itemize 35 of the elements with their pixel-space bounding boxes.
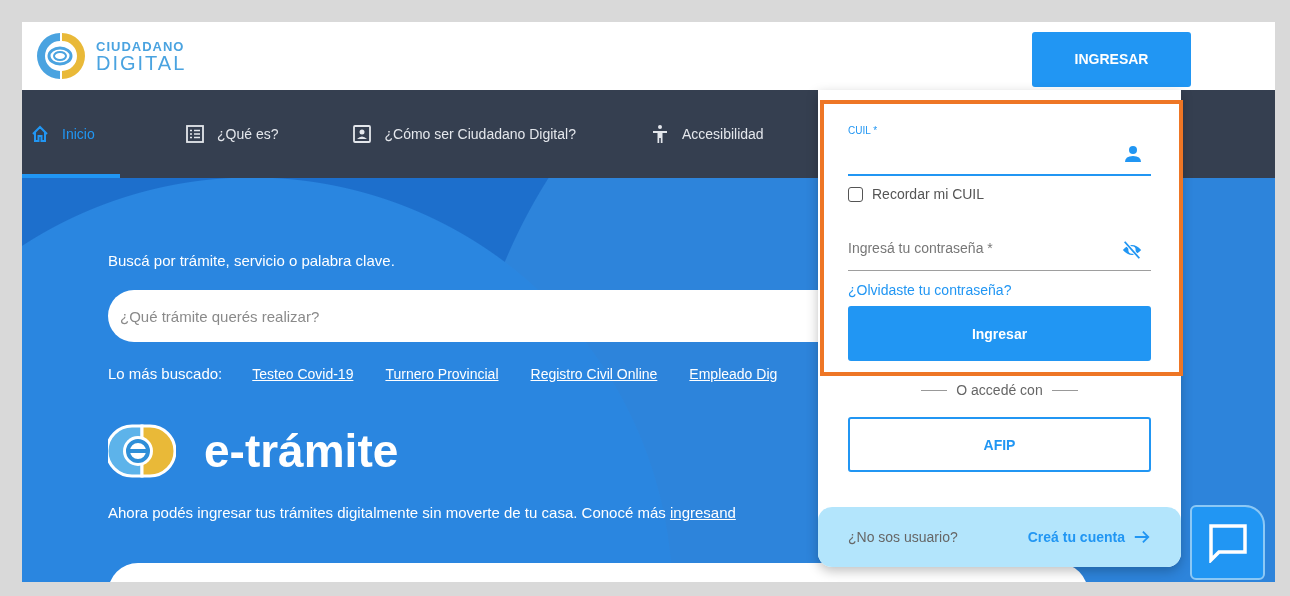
popular-link[interactable]: Turnero Provincial <box>385 365 499 382</box>
login-button[interactable]: INGRESAR <box>1032 31 1191 87</box>
nav-tab[interactable]: ¿Qué es? <box>177 94 287 178</box>
popular-label: Lo más buscado: <box>108 365 223 382</box>
search-field[interactable]: ¿Qué trámite querés realizar? <box>108 290 818 342</box>
description-link[interactable]: ingresand <box>669 504 736 521</box>
signup-link[interactable]: Creá tu cuenta <box>1027 528 1151 546</box>
popular-link[interactable]: Registro Civil Online <box>530 365 658 382</box>
e-tramite-logo-icon <box>108 424 176 478</box>
description-text: Ahora podés ingresar tus trámites digitalmente sin moverte de tu casa. Conocé más ingresand <box>108 504 737 521</box>
nav-tab[interactable]: ¿Cómo ser Ciudadano Digital? <box>344 94 584 178</box>
home-icon <box>30 124 50 144</box>
signup-prompt: ¿No sos usuario? <box>848 529 958 545</box>
afip-button[interactable]: AFIP <box>848 417 1151 472</box>
logo-subtitle: DIGITAL <box>96 52 187 73</box>
arrow-right-icon <box>1133 528 1151 546</box>
nav-tab[interactable]: Accesibilidad <box>641 94 772 178</box>
popular-link[interactable]: Testeo Covid-19 <box>252 365 354 382</box>
forgot-password-link[interactable]: ¿Olvidaste tu contraseña? <box>848 282 1151 298</box>
id-card-icon <box>352 124 373 144</box>
cuil-field[interactable]: CUIL * <box>848 120 1151 176</box>
eye-slash-icon[interactable] <box>1121 239 1143 261</box>
submit-button[interactable]: Ingresar <box>848 306 1151 361</box>
popular-link[interactable]: Empleado Dig <box>689 365 778 382</box>
chat-bubble-icon <box>1207 522 1248 563</box>
brand-title: e-trámite <box>204 424 399 478</box>
remember-label: Recordar mi CUIL <box>872 186 985 202</box>
user-icon <box>1123 144 1143 164</box>
logo-title: CIUDADANO <box>96 39 186 53</box>
search-prompt: Buscá por trámite, servicio o palabra clave. <box>108 252 396 269</box>
list-icon <box>185 124 205 144</box>
chat-button[interactable] <box>1190 505 1265 580</box>
remember-checkbox[interactable] <box>848 186 863 202</box>
cuil-label: CUIL * <box>848 125 878 136</box>
alt-login-label: O accedé con <box>956 382 1043 398</box>
